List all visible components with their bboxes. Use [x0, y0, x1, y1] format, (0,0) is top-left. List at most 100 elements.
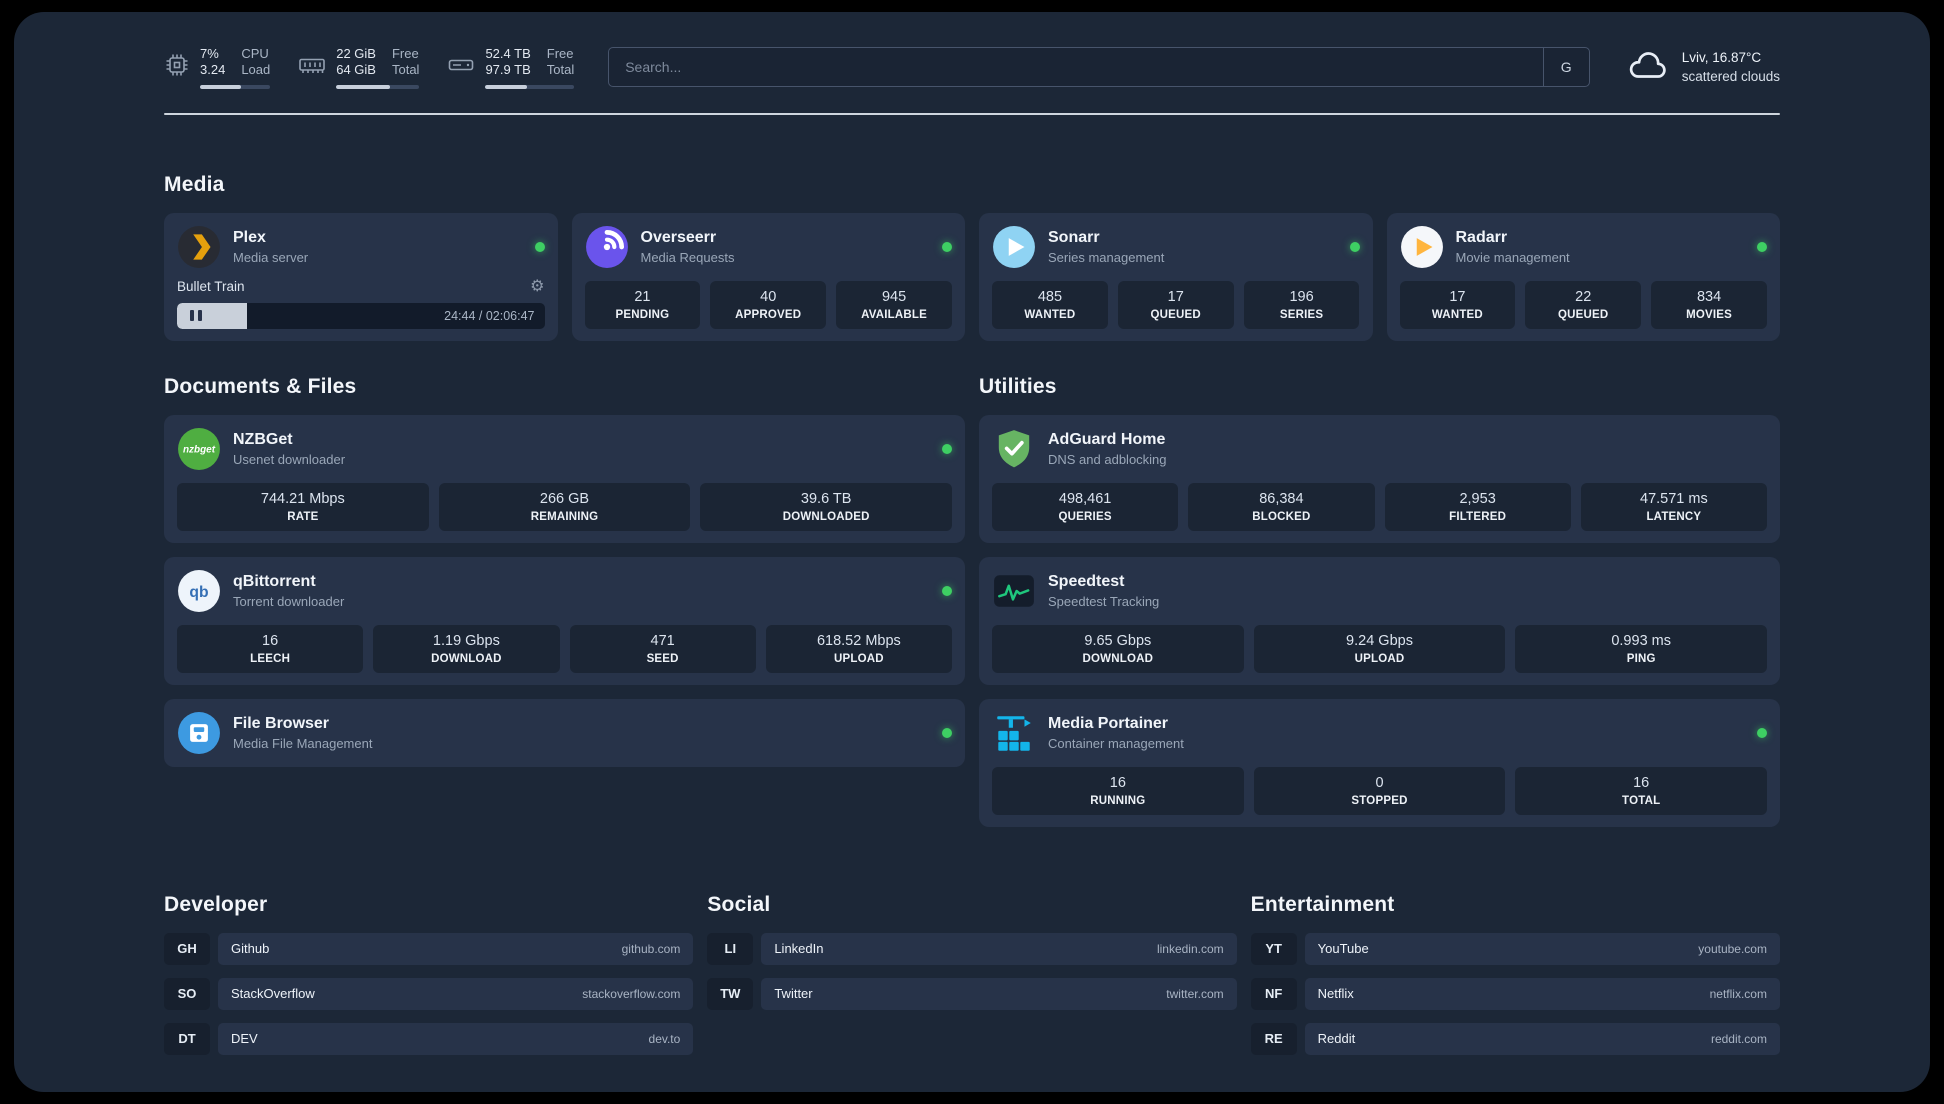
stat-value: 471: [650, 632, 675, 649]
overseerr-titles: Overseerr Media Requests: [641, 229, 735, 265]
status-dot: [942, 241, 952, 252]
bookmark-bar: LinkedIn linkedin.com: [761, 932, 1237, 965]
sonarr-header: Sonarr Series management: [992, 225, 1360, 269]
stat-label: DOWNLOAD: [431, 652, 502, 665]
cpu-numbers: 7% 3.24: [200, 46, 225, 79]
bookmark-url: linkedin.com: [1156, 941, 1224, 956]
bookmark-url: twitter.com: [1166, 986, 1224, 1001]
bookmark-bar: YouTube youtube.com: [1304, 932, 1780, 965]
nzbget-header: nzbget NZBGet Usenet downloader: [177, 427, 952, 471]
bookmark-url: reddit.com: [1710, 1031, 1767, 1046]
bookmark-twitter[interactable]: TW Twitter twitter.com: [707, 977, 1237, 1010]
app-card-filebrowser[interactable]: File Browser Media File Management: [164, 698, 965, 767]
top-bar: 7% 3.24 CPU Load 22 GiB 64 GiB Free Tota…: [164, 46, 1780, 89]
weather-condition: scattered clouds: [1681, 69, 1780, 85]
app-card-adguard[interactable]: AdGuard Home DNS and adblocking 498,461 …: [979, 414, 1780, 543]
stat-value: 618.52 Mbps: [816, 632, 901, 649]
bookmark-name: Twitter: [774, 986, 813, 1001]
adguard-titles: AdGuard Home DNS and adblocking: [1048, 431, 1167, 467]
stat-label: WANTED: [1024, 308, 1076, 321]
stat-value: 0: [1375, 774, 1384, 791]
app-subtitle: Series management: [1048, 249, 1165, 265]
seek-bar[interactable]: 24:44 / 02:06:47: [177, 302, 545, 329]
app-card-radarr[interactable]: Radarr Movie management 17 WANTED 22 QUE…: [1386, 212, 1780, 341]
stat-queries: 498,461 QUERIES: [992, 482, 1179, 531]
stat-value: 9.65 Gbps: [1084, 632, 1152, 649]
status-dot: [942, 727, 952, 738]
disk-total-label: Total: [546, 62, 575, 78]
stat-blocked: 86,384 BLOCKED: [1188, 482, 1375, 531]
app-card-speedtest[interactable]: Speedtest Speedtest Tracking 9.65 Gbps D…: [979, 556, 1780, 685]
search-provider-button[interactable]: G: [1542, 48, 1589, 87]
bookmark-bar: Twitter twitter.com: [761, 977, 1237, 1010]
stat-value: 834: [1696, 288, 1722, 305]
stat-value: 47.571 ms: [1640, 490, 1708, 507]
status-dot: [1757, 727, 1767, 738]
disk-free-label: Free: [546, 46, 574, 61]
speedtest-header: Speedtest Speedtest Tracking: [992, 569, 1767, 613]
bookmark-youtube[interactable]: YT YouTube youtube.com: [1250, 932, 1780, 965]
ram-values: 22 GiB 64 GiB Free Total: [336, 46, 419, 79]
playback-time: 24:44 / 02:06:47: [444, 308, 535, 323]
app-name: qBittorrent: [233, 572, 316, 590]
stats-row: 498,461 QUERIES 86,384 BLOCKED 2,953 FIL…: [992, 482, 1767, 531]
stat-label: WANTED: [1431, 308, 1483, 321]
app-card-plex[interactable]: Plex Media server Bullet Train ⚙ 24:44 /…: [164, 212, 558, 341]
middle-grid: Documents & Files nzbget NZBGet Usenet d…: [164, 375, 1780, 827]
section-title-developer: Developer: [164, 892, 268, 916]
status-dot: [1349, 241, 1360, 252]
stat-label: QUEUED: [1150, 308, 1201, 321]
stat-available: 945 AVAILABLE: [836, 280, 952, 329]
bookmark-linkedin[interactable]: LI LinkedIn linkedin.com: [707, 932, 1237, 965]
stat-value: 266 GB: [539, 490, 590, 507]
app-card-sonarr[interactable]: Sonarr Series management 485 WANTED 17 Q…: [979, 212, 1373, 341]
cpu-percent: 7%: [200, 46, 219, 61]
search-input[interactable]: [609, 48, 1543, 87]
bookmark-reddit[interactable]: RE Reddit reddit.com: [1250, 1022, 1780, 1055]
cpu-label: CPU: [241, 46, 269, 61]
stat-label: BLOCKED: [1252, 510, 1311, 523]
stat-value: 16: [262, 632, 279, 649]
stat-value: 17: [1167, 288, 1184, 305]
status-dot: [534, 241, 545, 252]
weather-text: Lviv, 16.87°C scattered clouds: [1682, 48, 1780, 87]
sonarr-icon: [992, 225, 1036, 269]
qbittorrent-icon: qb: [177, 569, 221, 613]
app-card-qbittorrent[interactable]: qb qBittorrent Torrent downloader 16 LEE…: [164, 556, 965, 685]
svg-text:nzbget: nzbget: [183, 444, 216, 455]
settings-gear-icon[interactable]: ⚙: [530, 278, 544, 295]
bookmarks-grid: Developer GH Github github.com SO StackO…: [164, 893, 1780, 1093]
stat-wanted: 17 WANTED: [1399, 280, 1516, 329]
bookmark-github[interactable]: GH Github github.com: [164, 932, 694, 965]
bookmark-bar: Netflix netflix.com: [1304, 977, 1780, 1010]
stat-label: PING: [1626, 652, 1656, 665]
stat-label: RATE: [287, 510, 319, 523]
bookmark-netflix[interactable]: NF Netflix netflix.com: [1250, 977, 1780, 1010]
bookmark-stackoverflow[interactable]: SO StackOverflow stackoverflow.com: [164, 977, 694, 1010]
stat-label: LEECH: [250, 652, 291, 665]
ram-free-label: Free: [391, 46, 419, 61]
bookmark-dev[interactable]: DT DEV dev.to: [164, 1022, 694, 1055]
weather-widget[interactable]: Lviv, 16.87°C scattered clouds: [1624, 48, 1780, 87]
app-card-nzbget[interactable]: nzbget NZBGet Usenet downloader 744.21 M…: [164, 414, 965, 543]
now-playing-row: Bullet Train ⚙: [177, 278, 545, 295]
bookmark-abbr: DT: [164, 1022, 210, 1055]
stat-value: 17: [1449, 288, 1466, 305]
disk-metric: 52.4 TB 97.9 TB Free Total: [447, 46, 575, 89]
stat-value: 0.993 ms: [1611, 632, 1671, 649]
app-card-portainer[interactable]: Media Portainer Container management 16 …: [979, 698, 1780, 827]
disk-labels: Free Total: [547, 46, 574, 79]
bookmark-name: DEV: [231, 1031, 258, 1046]
bookmark-url: github.com: [621, 941, 681, 956]
nzbget-titles: NZBGet Usenet downloader: [233, 431, 345, 467]
stat-label: DOWNLOADED: [782, 510, 870, 523]
bookmark-url: youtube.com: [1698, 941, 1767, 956]
app-name: Radarr: [1455, 228, 1508, 246]
stat-running: 16 RUNNING: [992, 766, 1244, 815]
bookmark-bar: DEV dev.to: [218, 1022, 694, 1055]
radarr-titles: Radarr Movie management: [1456, 229, 1570, 265]
stat-wanted: 485 WANTED: [992, 280, 1108, 329]
stat-label: AVAILABLE: [861, 308, 928, 321]
pause-button[interactable]: [177, 303, 215, 329]
app-card-overseerr[interactable]: Overseerr Media Requests 21 PENDING 40 A…: [571, 212, 965, 341]
